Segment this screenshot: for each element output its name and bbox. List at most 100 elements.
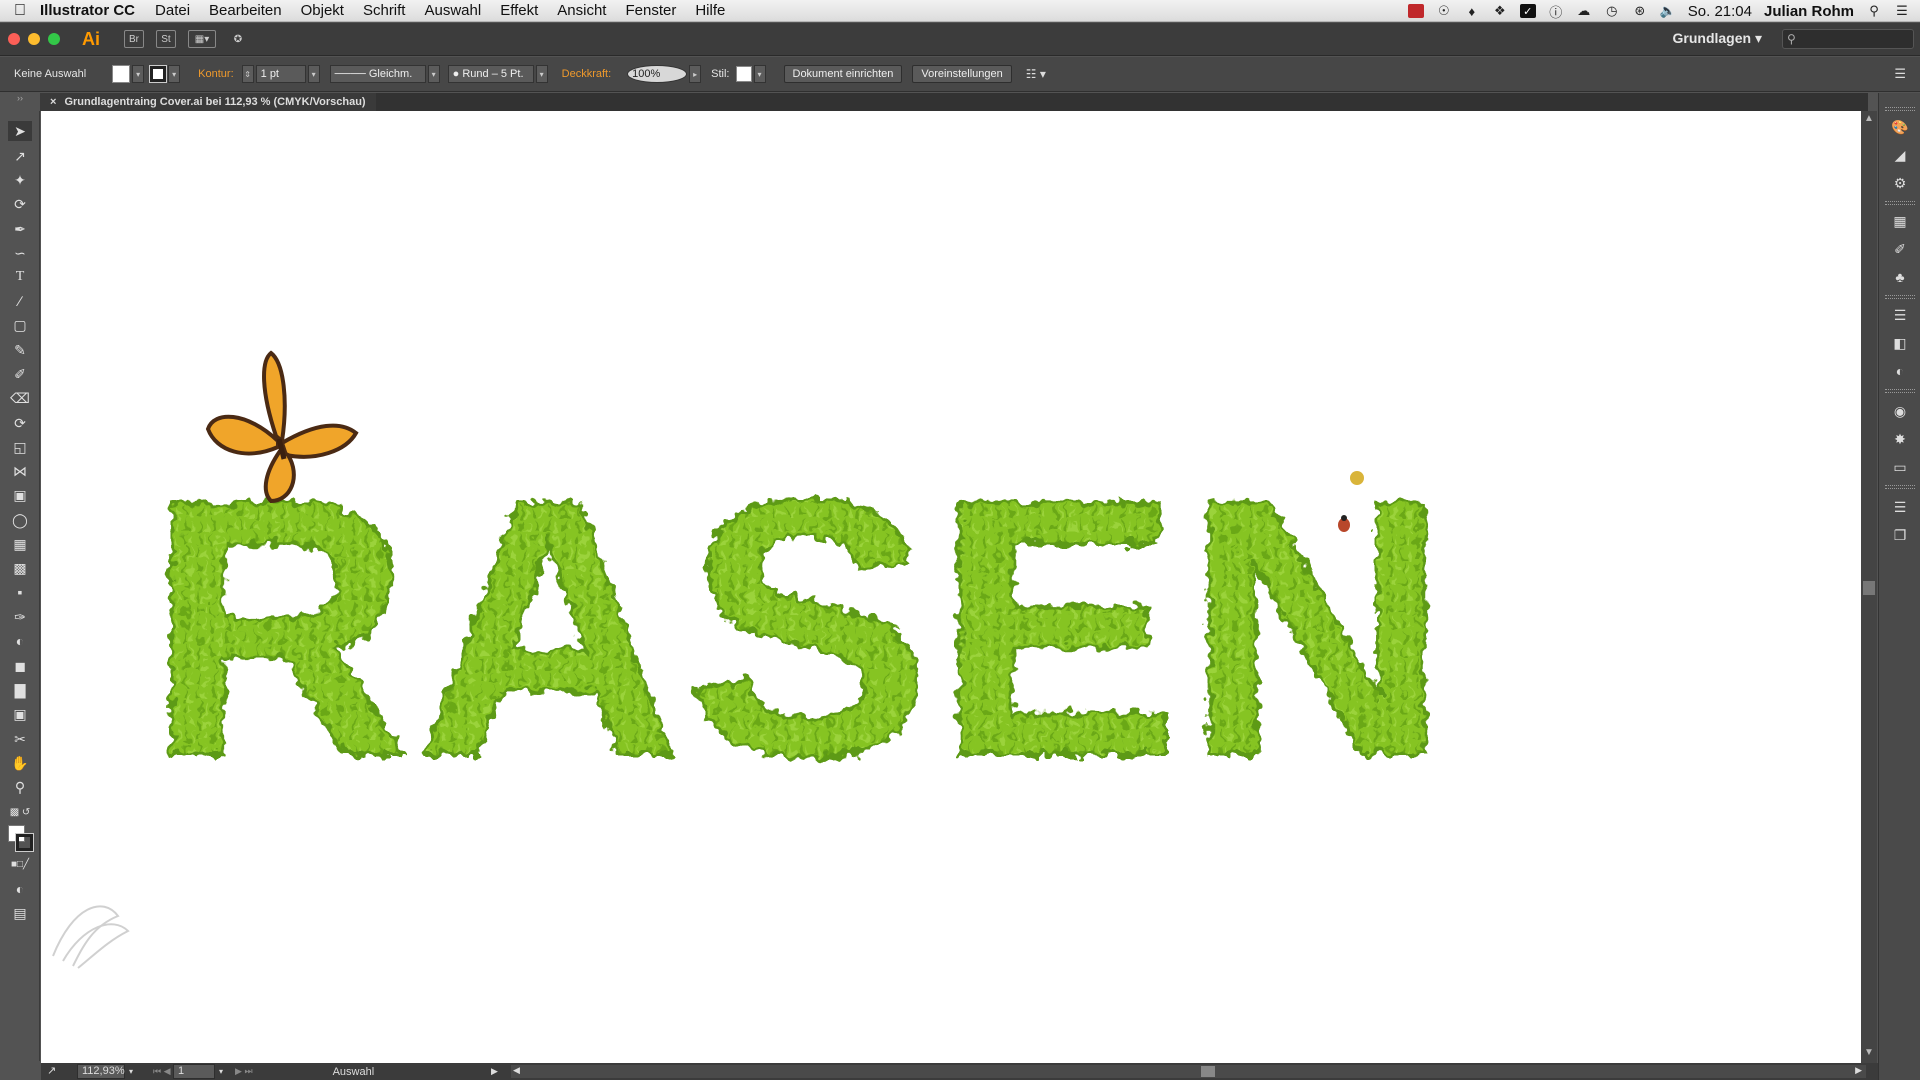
- menu-schrift[interactable]: Schrift: [363, 2, 406, 19]
- style-swatch[interactable]: [735, 66, 752, 82]
- menubar-clock[interactable]: So. 21:04: [1688, 3, 1752, 20]
- menu-hilfe[interactable]: Hilfe: [695, 2, 725, 19]
- dock-grip-2[interactable]: [1885, 201, 1915, 205]
- fill-dropdown[interactable]: ▾: [132, 65, 145, 83]
- spotlight-icon[interactable]: ⚲: [1866, 3, 1882, 18]
- gradient-panel-icon[interactable]: ◧: [1889, 333, 1911, 353]
- width-profile-field[interactable]: ──── Gleichm.: [329, 65, 426, 83]
- scroll-right-icon[interactable]: ▶: [1855, 1065, 1862, 1076]
- status-share-icon[interactable]: ↗: [47, 1064, 56, 1077]
- eraser-tool-icon[interactable]: ⌫: [8, 388, 32, 408]
- dropbox-icon[interactable]: ❖: [1492, 3, 1508, 18]
- default-colors-icon[interactable]: ▩ ↺: [8, 803, 32, 823]
- volume-icon[interactable]: 🔈: [1660, 3, 1676, 18]
- apple-icon[interactable]: : [0, 2, 40, 20]
- cloud-icon[interactable]: ☁: [1576, 3, 1592, 18]
- shape-builder-tool-icon[interactable]: ◯: [8, 510, 32, 530]
- brushes-icon[interactable]: ✐: [1889, 239, 1911, 259]
- scale-tool-icon[interactable]: ◱: [8, 437, 32, 457]
- dock-grip-5[interactable]: [1885, 485, 1915, 489]
- wifi-icon[interactable]: ⊛: [1632, 3, 1648, 18]
- layers-panel-icon[interactable]: ☰: [1889, 497, 1911, 517]
- menu-effekt[interactable]: Effekt: [500, 2, 538, 19]
- creative-cloud-icon[interactable]: ☉: [1436, 3, 1452, 18]
- transparency-panel-icon[interactable]: ◐: [1889, 361, 1911, 381]
- style-dropdown[interactable]: ▾: [753, 65, 766, 83]
- drawing-mode-icon[interactable]: ◐: [8, 879, 32, 899]
- stroke-weight-field[interactable]: 1 pt: [255, 65, 306, 83]
- eyedropper-tool-icon[interactable]: ✑: [8, 607, 32, 627]
- stroke-swatch[interactable]: [149, 65, 168, 83]
- color-mode-icons[interactable]: ■□╱: [8, 855, 32, 875]
- rectangle-tool-icon[interactable]: ▢: [8, 315, 32, 335]
- menu-datei[interactable]: Datei: [155, 2, 190, 19]
- color-panel-icon[interactable]: 🎨: [1889, 117, 1911, 137]
- mesh-tool-icon[interactable]: ▩: [8, 558, 32, 578]
- menubar-user[interactable]: Julian Rohm: [1764, 3, 1854, 20]
- info-icon[interactable]: ⓘ: [1548, 4, 1564, 20]
- line-tool-icon[interactable]: ∕: [8, 291, 32, 311]
- status-menu-arrow[interactable]: ▶: [491, 1066, 498, 1077]
- evernote-icon[interactable]: ♦: [1464, 4, 1480, 19]
- zoom-tool-icon[interactable]: ⚲: [8, 777, 32, 797]
- width-profile-dropdown[interactable]: ▾: [427, 65, 440, 83]
- column-graph-tool-icon[interactable]: ▇: [8, 680, 32, 700]
- artboard-number-field[interactable]: 1: [173, 1064, 216, 1079]
- status-mode[interactable]: Auswahl: [333, 1066, 453, 1078]
- stroke-indicator[interactable]: [15, 833, 34, 852]
- app-name-menu[interactable]: Illustrator CC: [40, 2, 135, 19]
- time-machine-icon[interactable]: ◷: [1604, 3, 1620, 18]
- zoom-dropdown[interactable]: ▾: [129, 1067, 133, 1076]
- artboard-nav-prev-icons[interactable]: ⏮ ◀: [153, 1066, 171, 1077]
- opacity-slider-button[interactable]: ▸: [689, 65, 702, 83]
- zoom-field[interactable]: 112,93%: [77, 1064, 125, 1079]
- window-zoom-button[interactable]: [48, 33, 60, 45]
- preferences-button[interactable]: Voreinstellungen: [912, 65, 1012, 83]
- dock-grip-3[interactable]: [1885, 295, 1915, 299]
- gpu-performance-icon[interactable]: ✪: [228, 30, 248, 48]
- control-panel-menu-icon[interactable]: ☰: [1894, 66, 1906, 82]
- artboards-panel-icon[interactable]: ❐: [1889, 525, 1911, 545]
- rasen-artwork[interactable]: RASEN: [41, 111, 1861, 1063]
- horizontal-scrollbar[interactable]: ◀ ▶: [511, 1065, 1866, 1078]
- brush-field[interactable]: ● Rund – 5 Pt.: [447, 65, 534, 83]
- paintbrush-tool-icon[interactable]: ✎: [8, 340, 32, 360]
- artboard-canvas[interactable]: RASEN: [41, 111, 1861, 1063]
- workspace-switcher[interactable]: Grundlagen ▾: [1673, 30, 1762, 47]
- gradient-tool-icon[interactable]: ▪: [8, 582, 32, 602]
- slice-tool-icon[interactable]: ✂: [8, 729, 32, 749]
- symbols-icon[interactable]: ♣: [1889, 267, 1911, 287]
- brush-dropdown[interactable]: ▾: [535, 65, 548, 83]
- window-close-button[interactable]: [8, 33, 20, 45]
- dock-grip-4[interactable]: [1885, 389, 1915, 393]
- artboard-dropdown[interactable]: ▾: [219, 1067, 223, 1076]
- type-tool-icon[interactable]: T: [8, 267, 32, 287]
- direct-selection-tool-icon[interactable]: ↗: [8, 146, 32, 166]
- fill-swatch[interactable]: [112, 65, 131, 83]
- swatches-icon[interactable]: ▦: [1889, 211, 1911, 231]
- daisy-flower[interactable]: [1342, 463, 1372, 493]
- curvature-tool-icon[interactable]: ∽: [8, 243, 32, 263]
- close-tab-icon[interactable]: ×: [50, 93, 56, 111]
- bridge-button[interactable]: Br: [124, 30, 144, 48]
- opacity-field[interactable]: 100%: [627, 65, 688, 83]
- stock-button[interactable]: St: [156, 30, 176, 48]
- appearance-panel-icon[interactable]: ◉: [1889, 401, 1911, 421]
- menu-ansicht[interactable]: Ansicht: [557, 2, 606, 19]
- stroke-weight-dropdown[interactable]: ▾: [307, 65, 320, 83]
- scroll-left-icon[interactable]: ◀: [513, 1065, 520, 1076]
- dock-grip[interactable]: [1885, 107, 1915, 111]
- artboard-tool-icon[interactable]: ▣: [8, 704, 32, 724]
- perspective-grid-tool-icon[interactable]: ▦: [8, 534, 32, 554]
- rotate-tool-icon[interactable]: ⟳: [8, 413, 32, 433]
- asset-export-icon[interactable]: ▭: [1889, 457, 1911, 477]
- stroke-dropdown[interactable]: ▾: [168, 65, 181, 83]
- tools-panel-grip[interactable]: ››: [0, 93, 40, 107]
- notification-center-icon[interactable]: ☰: [1894, 3, 1910, 18]
- scroll-up-icon[interactable]: ▲: [1864, 113, 1874, 124]
- symbol-sprayer-tool-icon[interactable]: ◼: [8, 656, 32, 676]
- vertical-scrollbar[interactable]: ▲ ▼: [1861, 111, 1877, 1063]
- pen-tool-icon[interactable]: ✒: [8, 219, 32, 239]
- document-setup-button[interactable]: Dokument einrichten: [783, 65, 903, 83]
- document-tab[interactable]: × Grundlagentraing Cover.ai bei 112,93 %…: [40, 93, 376, 111]
